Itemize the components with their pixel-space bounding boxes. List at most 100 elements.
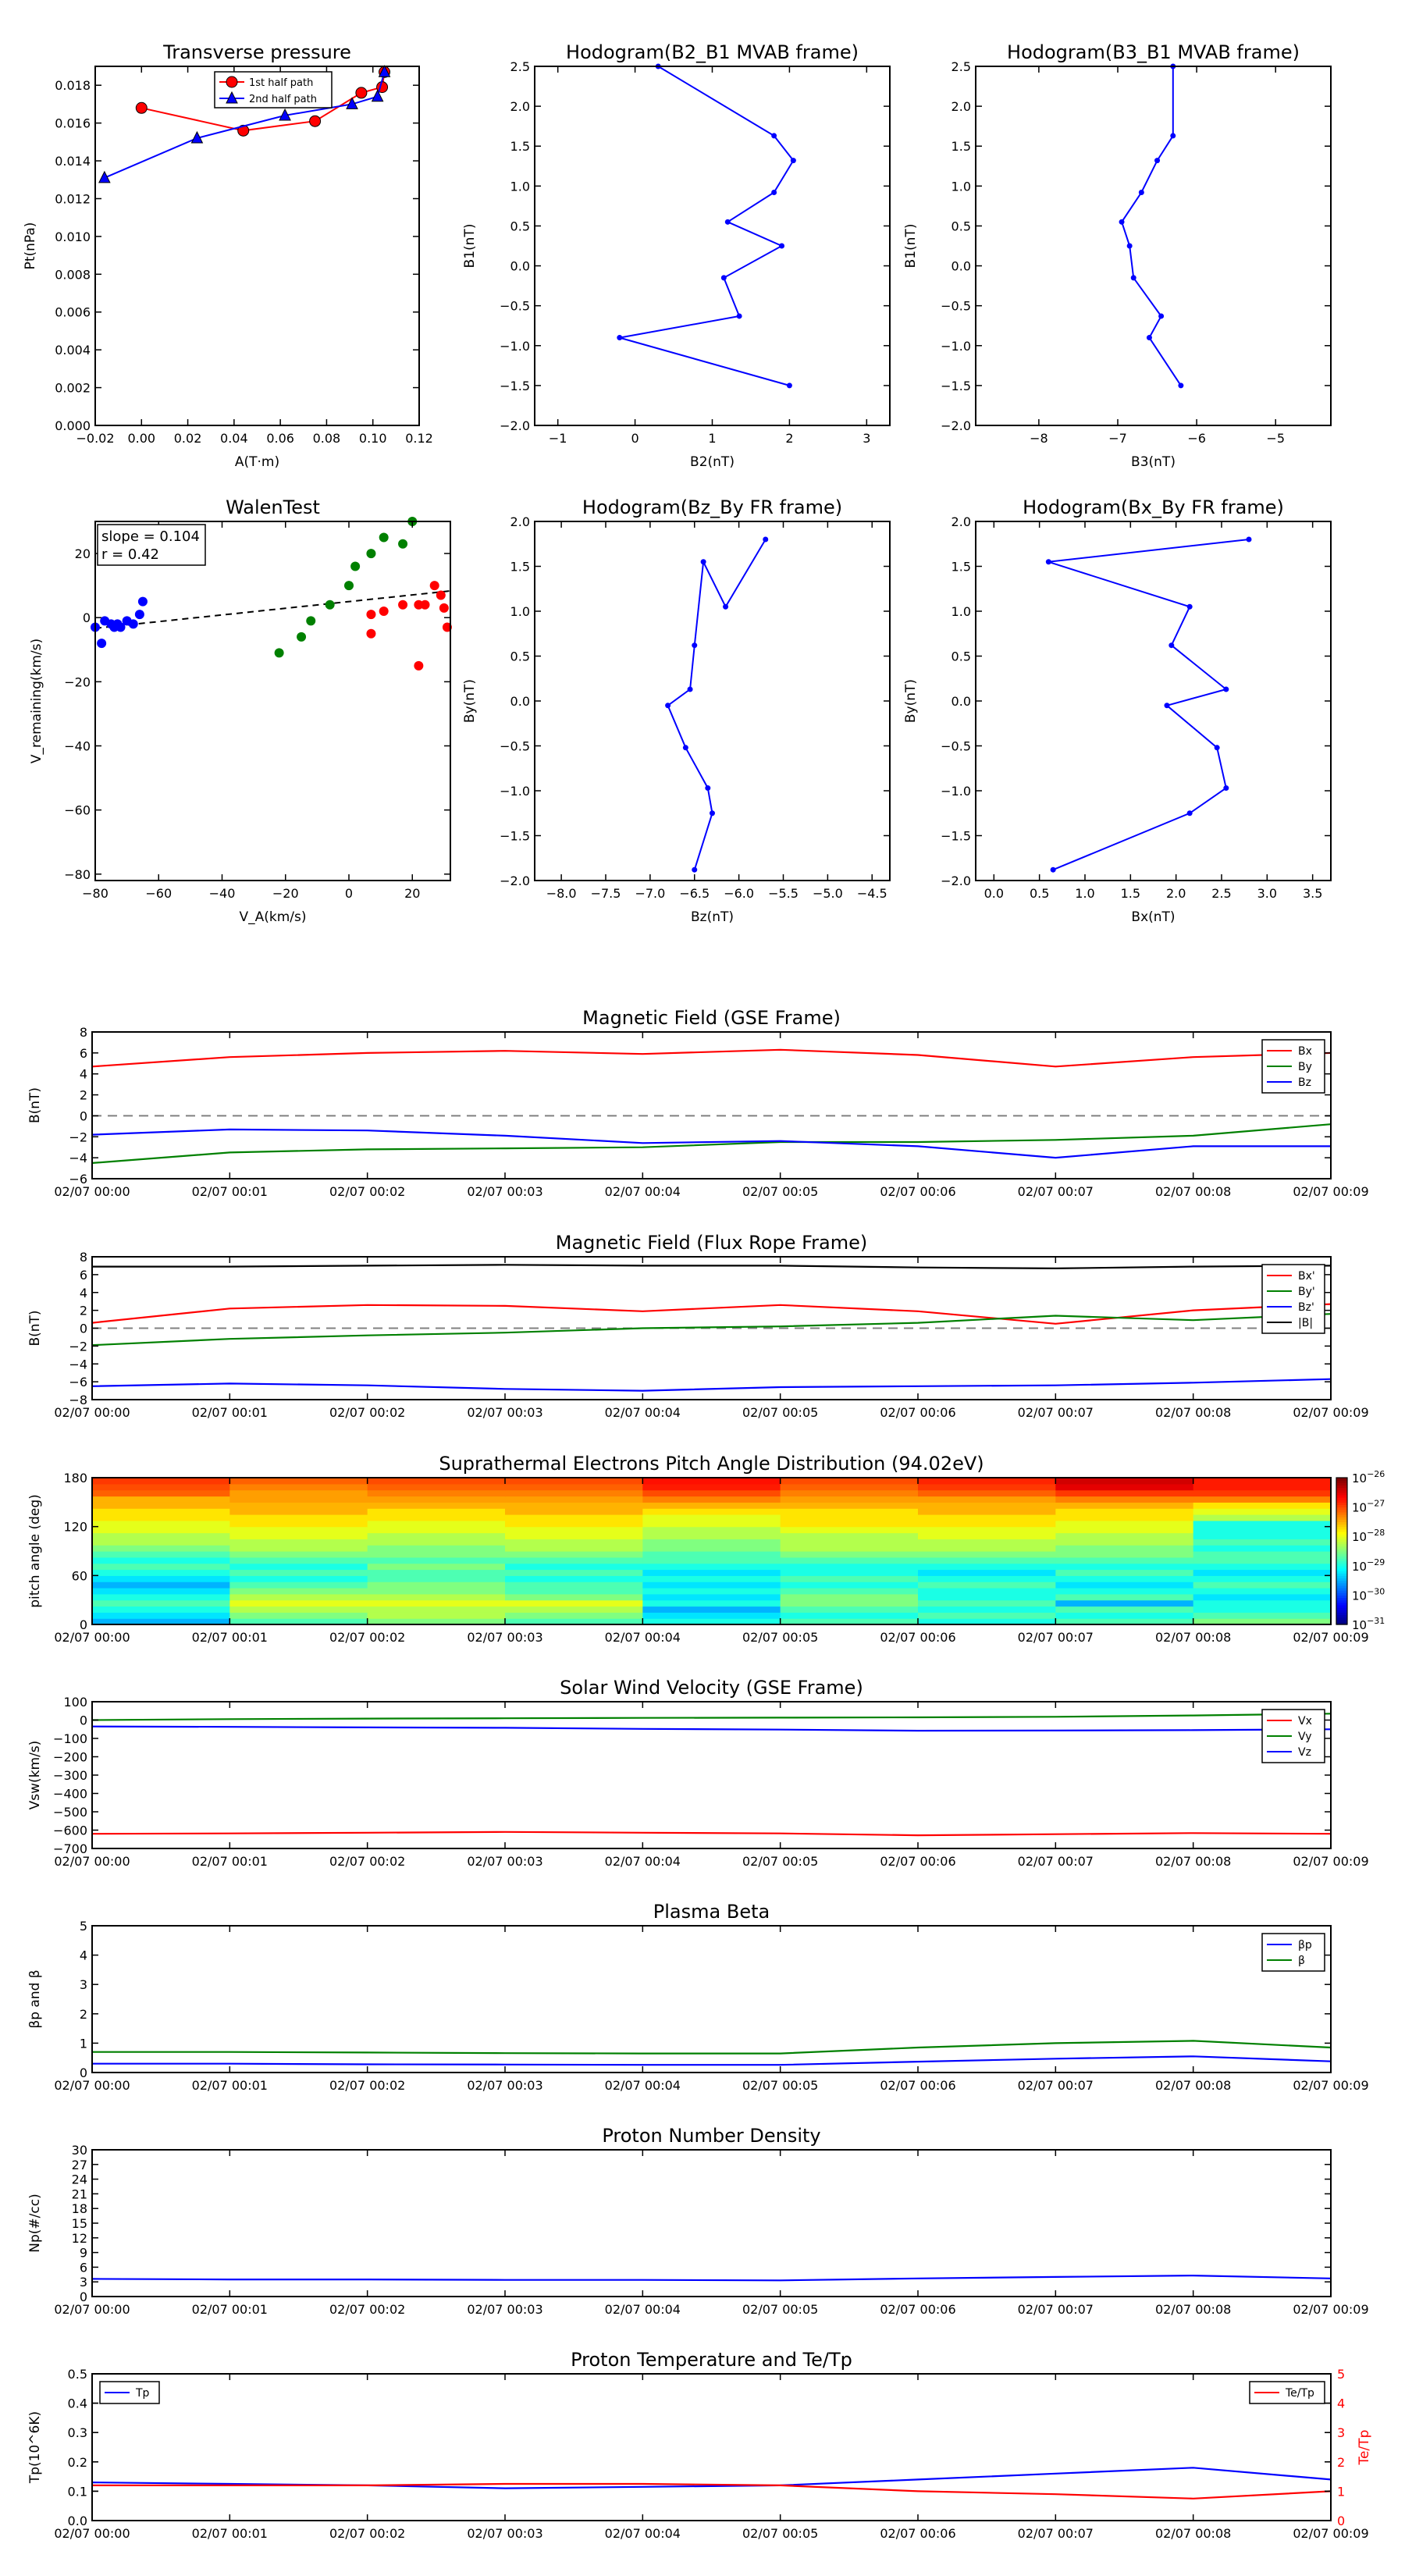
- x-tick-label: 02/07 00:04: [605, 1184, 681, 1199]
- heatmap-cell: [367, 1606, 506, 1613]
- y-tick-label: 0: [80, 1108, 87, 1123]
- plot-frame: [534, 521, 891, 881]
- y-tick-label: 0.1: [68, 2484, 87, 2499]
- x-tick-label: 02/07 00:02: [329, 2526, 405, 2541]
- y-axis-label: B(nT): [27, 1310, 43, 1346]
- heatmap-cell: [642, 1478, 781, 1485]
- heatmap-cell: [1055, 1526, 1194, 1534]
- heatmap-cell: [642, 1582, 781, 1589]
- series-line: [92, 2040, 1332, 2055]
- heatmap-cell: [505, 1563, 643, 1571]
- y-axis-label: Np(#/cc): [27, 2194, 43, 2252]
- heatmap-cell: [918, 1563, 1056, 1571]
- x-tick-label: −8: [1030, 431, 1048, 446]
- heatmap-cell: [918, 1502, 1056, 1509]
- heatmap-cell: [505, 1551, 643, 1558]
- x-tick-label: −7: [1108, 431, 1127, 446]
- heatmap-cell: [92, 1557, 230, 1564]
- heatmap-cell: [505, 1545, 643, 1552]
- heatmap-cell: [1193, 1526, 1332, 1534]
- heatmap-cell: [1055, 1588, 1194, 1595]
- heatmap-cell: [642, 1563, 781, 1571]
- heatmap-cell: [1055, 1478, 1194, 1485]
- y-tick-label: 15: [72, 2216, 87, 2231]
- legend-box: [1261, 1933, 1325, 1972]
- legend-label: |B|: [1298, 1317, 1313, 1329]
- heatmap-cell: [642, 1526, 781, 1534]
- heatmap-cell: [780, 1520, 919, 1528]
- heatmap-cell: [642, 1502, 781, 1509]
- x-tick-label: −20: [272, 886, 299, 901]
- heatmap-cell: [1193, 1520, 1332, 1528]
- data-point: [723, 603, 729, 610]
- y-axis-label: Tp(10^6K): [27, 2411, 43, 2484]
- heatmap-cell: [229, 1532, 368, 1539]
- data-point: [135, 101, 148, 114]
- y-tick-label: −0.5: [941, 739, 971, 754]
- y-tick-label: −1.5: [941, 829, 971, 844]
- x-tick-label: 02/07 00:09: [1293, 2078, 1368, 2093]
- y-tick-label: −1.0: [941, 784, 971, 799]
- legend-label: β: [1298, 1955, 1305, 1967]
- x-tick-label: 02/07 00:09: [1293, 1854, 1368, 1869]
- colorbar-label: 10−27: [1352, 1499, 1385, 1515]
- data-point: [720, 275, 727, 281]
- chart-title: Magnetic Field (Flux Rope Frame): [556, 1232, 867, 1254]
- x-tick-label: 2.0: [1166, 886, 1186, 901]
- y-tick-label: 0: [83, 610, 91, 625]
- x-tick-label: 02/07 00:09: [1293, 2302, 1368, 2317]
- y-tick-label: 0.5: [510, 649, 530, 664]
- y-tick-label: 1.5: [951, 560, 971, 575]
- heatmap-cell: [92, 1593, 230, 1601]
- y-axis-label-right: Te/Tp: [1357, 2430, 1372, 2466]
- heatmap-cell: [367, 1569, 506, 1576]
- x-tick-label: 0.08: [313, 431, 341, 446]
- data-point: [1138, 190, 1144, 196]
- chart-title: Proton Number Density: [602, 2125, 820, 2147]
- x-tick-label: 0.00: [127, 431, 155, 446]
- y-tick-label: −500: [53, 1805, 87, 1820]
- chart-mag_gse: Magnetic Field (GSE Frame)−6−4−20246802/…: [27, 1007, 1369, 1199]
- heatmap-cell: [918, 1532, 1056, 1539]
- heatmap-cell: [780, 1478, 919, 1485]
- heatmap-cell: [780, 1483, 919, 1491]
- chart-pad: Suprathermal Electrons Pitch Angle Distr…: [27, 1453, 1385, 1645]
- heatmap-cell: [92, 1588, 230, 1595]
- heatmap-cell: [505, 1483, 643, 1491]
- heatmap-cell: [1193, 1593, 1332, 1601]
- x-tick-label: 02/07 00:02: [329, 2302, 405, 2317]
- heatmap-cell: [780, 1563, 919, 1571]
- data-point: [1158, 313, 1165, 319]
- heatmap-cell: [229, 1551, 368, 1558]
- heatmap-cell: [1193, 1514, 1332, 1521]
- data-point: [274, 648, 284, 658]
- x-tick-label: 02/07 00:06: [880, 1630, 955, 1645]
- heatmap-cell: [505, 1606, 643, 1613]
- series-line: [91, 2274, 1332, 2282]
- heatmap-cell: [780, 1593, 919, 1601]
- x-tick-label: 02/07 00:00: [54, 2526, 130, 2541]
- x-axis-label: B2(nT): [690, 454, 735, 470]
- legend-label: Bz': [1298, 1301, 1314, 1314]
- heatmap-cell: [780, 1545, 919, 1552]
- x-tick-label: 02/07 00:07: [1018, 1630, 1094, 1645]
- heatmap-cell: [229, 1545, 368, 1552]
- y-tick-label: 1: [80, 2036, 87, 2051]
- data-point: [763, 536, 769, 543]
- heatmap-cell: [918, 1478, 1056, 1485]
- y-tick-label: −2.0: [941, 418, 971, 433]
- y-tick-label: −60: [64, 803, 91, 818]
- heatmap-cell: [92, 1545, 230, 1552]
- heatmap-cell: [367, 1612, 506, 1619]
- y-tick-label: −20: [64, 674, 91, 689]
- heatmap-cell: [92, 1539, 230, 1546]
- heatmap-cell: [367, 1496, 506, 1503]
- data-point: [439, 603, 449, 613]
- heatmap-cell: [780, 1496, 919, 1503]
- y-tick-label: 4: [80, 1067, 87, 1082]
- x-tick-label: 02/07 00:08: [1155, 2302, 1231, 2317]
- data-point: [682, 745, 688, 751]
- y-tick-label: −2.0: [941, 873, 971, 888]
- heatmap-cell: [1193, 1599, 1332, 1607]
- plot-frame: [94, 521, 451, 881]
